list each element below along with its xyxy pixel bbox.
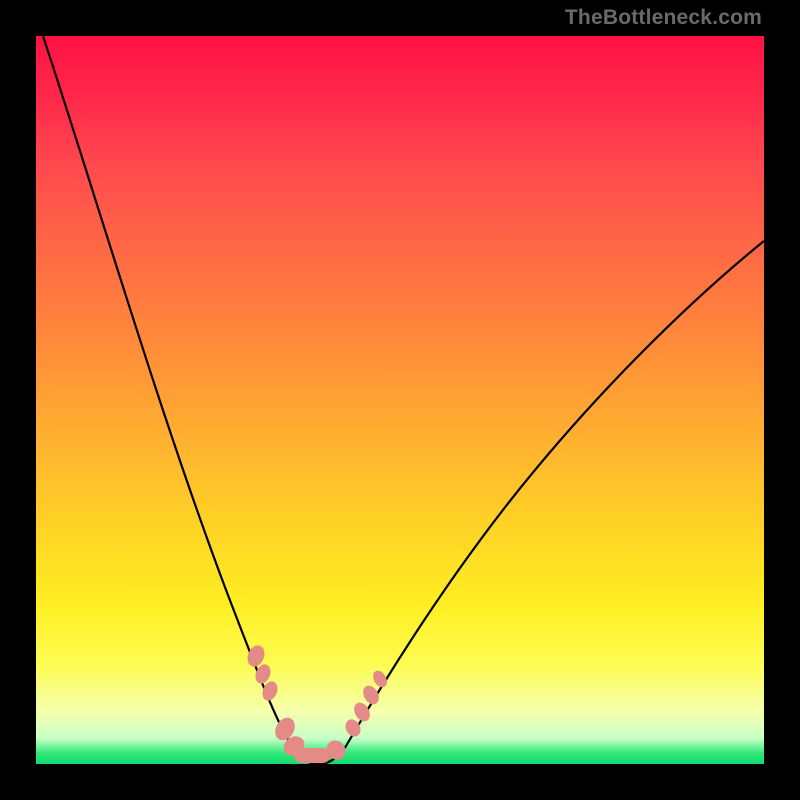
marker-cluster-right [342,668,389,739]
chart-frame: TheBottleneck.com [0,0,800,800]
bottleneck-curve [43,36,764,764]
attribution-label: TheBottleneck.com [565,6,762,30]
chart-svg [36,36,764,764]
marker-cluster-left [244,643,280,703]
marker-cluster-floor [271,714,349,763]
chart-plot-area [36,36,764,764]
